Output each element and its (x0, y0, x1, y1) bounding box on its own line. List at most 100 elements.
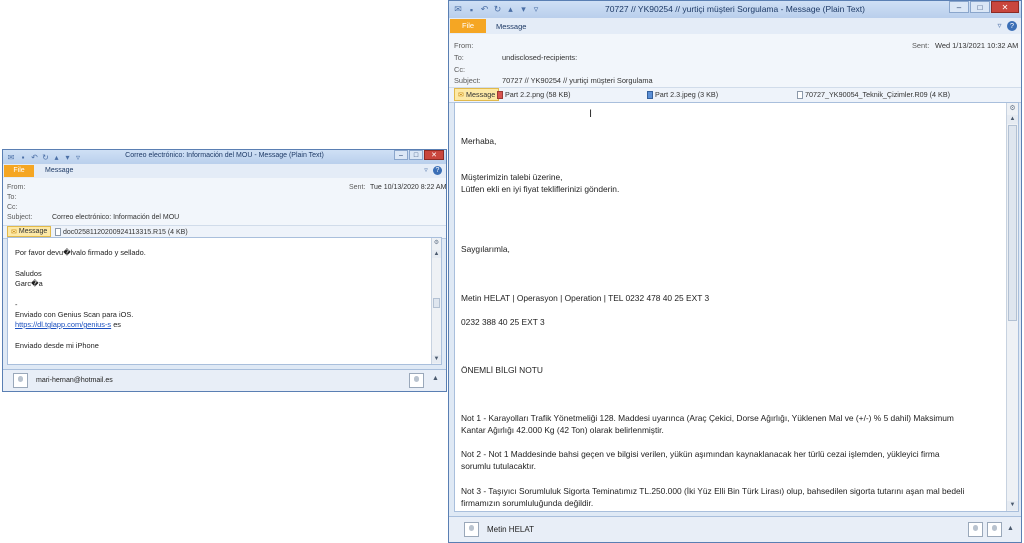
to-label: To: (454, 53, 464, 62)
text-cursor-icon: I (589, 108, 593, 120)
message-tab[interactable]: Message (496, 22, 526, 31)
subject-label: Subject: (7, 214, 33, 221)
subject-value: 70727 // YK90254 // yurtiçi müşteri Sorg… (502, 76, 653, 85)
attachment-label: Part 2.3.jpeg (3 KB) (655, 90, 719, 99)
expand-people-pane-icon[interactable]: ▲ (1007, 525, 1014, 532)
sender-avatar (13, 373, 28, 388)
sender-name[interactable]: Metin HELAT (487, 525, 534, 534)
subject-label: Subject: (454, 76, 481, 85)
image-file-icon (647, 90, 653, 99)
maximize-button[interactable]: □ (409, 150, 423, 160)
file-tab[interactable]: File (450, 19, 486, 33)
expand-ribbon-icon[interactable]: ▿ (995, 21, 1004, 31)
scroll-down-arrow[interactable]: ▼ (1007, 501, 1018, 510)
window-title: 70727 // YK90254 // yurtiçi müşteri Sorg… (604, 4, 865, 14)
link-suffix: es (111, 320, 121, 329)
contact-avatar (987, 522, 1002, 537)
body-line: Garc�a (15, 279, 43, 288)
note-line: sorumlu tutulacaktır. (461, 461, 536, 471)
note-line: firmamızın sorumluluğunda değildir. (461, 498, 594, 508)
left-ribbon: File Message ▿ ? (3, 164, 446, 179)
message-tab[interactable]: Message (45, 167, 73, 174)
left-message-body: Por favor devu�lvalo firmado y sellado. … (7, 237, 442, 365)
file-tab[interactable]: File (4, 165, 34, 177)
sent-value: Wed 1/13/2021 10:32 AM (935, 41, 1019, 50)
note-line: Kantar Ağırlığı 42.000 Kg (42 Ton) olara… (461, 425, 664, 435)
file-icon (797, 90, 803, 99)
close-button[interactable]: ✕ (991, 1, 1019, 13)
help-icon[interactable]: ? (1007, 21, 1017, 31)
scroll-thumb[interactable] (1008, 125, 1017, 321)
help-icon[interactable]: ? (433, 166, 442, 175)
sent-value: Tue 10/13/2020 8:22 AM (370, 184, 447, 191)
attachment-label: 70727_YK90054_Teknik_Çizimler.R09 (4 KB) (805, 90, 951, 99)
close-button[interactable]: ✕ (424, 150, 444, 160)
window-title: Correo electrónico: Información del MOU … (125, 152, 324, 159)
minimize-button[interactable]: – (394, 150, 408, 160)
file-icon (55, 228, 61, 236)
right-window-controls: – □ ✕ (949, 1, 1019, 14)
scroll-up-arrow[interactable]: ▲ (432, 250, 441, 258)
scroll-down-arrow[interactable]: ▼ (432, 355, 441, 363)
scroll-options-icon[interactable]: ⚙ (1007, 104, 1018, 113)
body-link-line: https://dl.tglapp.com/genius-s es (15, 320, 121, 329)
right-message-window: ✉ ▪ ↶ ↻ ▴ ▾ ▿ 70727 // YK90254 // yurtiç… (448, 0, 1022, 543)
right-message-body: Merhaba, Müşterimizin talebi üzerine, Lü… (454, 102, 1019, 512)
genius-scan-link[interactable]: https://dl.tglapp.com/genius-s (15, 320, 111, 329)
right-vertical-scrollbar[interactable]: ⚙ ▲ ▼ (1006, 103, 1018, 511)
left-window-controls: – □ ✕ (394, 150, 444, 161)
scroll-thumb[interactable] (433, 298, 440, 308)
right-title-bar: ✉ ▪ ↶ ↻ ▴ ▾ ▿ 70727 // YK90254 // yurtiç… (449, 1, 1021, 18)
attachment-label: doc02581120200924113315.R15 (4 KB) (63, 228, 188, 236)
to-label: To: (7, 194, 17, 201)
cc-label: Cc: (454, 65, 466, 74)
attachment-r09[interactable]: 70727_YK90054_Teknik_Çizimler.R09 (4 KB) (797, 90, 950, 99)
expand-people-pane-icon[interactable]: ▲ (432, 375, 439, 382)
attachment-file[interactable]: doc02581120200924113315.R15 (4 KB) (55, 227, 188, 237)
right-message-header: From: Sent: Wed 1/13/2021 10:32 AM To: u… (449, 34, 1021, 88)
signature-line: 0232 388 40 25 EXT 3 (461, 317, 545, 327)
envelope-icon: ✉ (11, 228, 17, 236)
subject-value: Correo electrónico: Información del MOU (52, 214, 180, 221)
cc-label: Cc: (7, 204, 18, 211)
body-line: Enviado desde mi iPhone (15, 341, 99, 350)
left-people-pane: mari-hernan@hotmail.es ▲ (3, 369, 446, 391)
notice-title: ÖNEMLİ BİLGİ NOTU (461, 365, 543, 375)
attachment-jpeg[interactable]: Part 2.3.jpeg (3 KB) (647, 90, 718, 99)
right-ribbon: File Message ▿ ? (449, 18, 1021, 35)
sent-label: Sent: (349, 184, 366, 191)
contact-avatar (409, 373, 424, 388)
from-label: From: (7, 184, 26, 191)
left-vertical-scrollbar[interactable]: ⚙ ▲ ▼ (431, 238, 441, 364)
right-ribbon-icons: ▿ ? (995, 21, 1017, 31)
body-line: Müşterimizin talebi üzerine, (461, 172, 563, 182)
scroll-up-arrow[interactable]: ▲ (1007, 115, 1018, 124)
attachment-message[interactable]: ✉ Message (454, 88, 500, 101)
maximize-button[interactable]: □ (970, 1, 990, 13)
scroll-options-icon[interactable]: ⚙ (432, 239, 441, 247)
left-title-bar: ✉ ▪ ↶ ↻ ▴ ▾ ▿ Correo electrónico: Inform… (3, 150, 446, 164)
right-attachment-bar: ✉ Message Part 2.2.png (58 KB) Part 2.3.… (449, 87, 1021, 103)
left-message-header: From: Sent: Tue 10/13/2020 8:22 AM To: C… (3, 178, 446, 226)
body-line: Lütfen ekli en iyi fiyat tekliflerinizi … (461, 184, 620, 194)
minimize-button[interactable]: – (949, 1, 969, 13)
body-regards: Saygılarımla, (461, 244, 510, 254)
signature-line: Metin HELAT | Operasyon | Operation | TE… (461, 293, 710, 303)
left-message-window: ✉ ▪ ↶ ↻ ▴ ▾ ▿ Correo electrónico: Inform… (2, 149, 447, 392)
image-file-icon (497, 90, 503, 99)
sender-name[interactable]: mari-hernan@hotmail.es (36, 377, 113, 384)
sender-avatar (464, 522, 479, 537)
to-value: undisclosed-recipients: (502, 53, 578, 62)
left-ribbon-icons: ▿ ? (422, 166, 442, 175)
attachment-label: Message (466, 90, 496, 99)
body-line: Por favor devu�lvalo firmado y sellado. (15, 248, 146, 257)
right-people-pane: Metin HELAT ▲ (449, 516, 1021, 542)
body-line: - (15, 300, 18, 309)
body-line: Enviado con Genius Scan para iOS. (15, 310, 134, 319)
body-line: Saludos (15, 269, 42, 278)
attachment-png[interactable]: Part 2.2.png (58 KB) (497, 90, 571, 99)
attachment-message[interactable]: ✉ Message (7, 226, 52, 237)
expand-ribbon-icon[interactable]: ▿ (422, 166, 430, 175)
note-line: Not 2 - Not 1 Maddesinde bahsi geçen ve … (461, 449, 940, 459)
attachment-label: Message (18, 228, 48, 235)
